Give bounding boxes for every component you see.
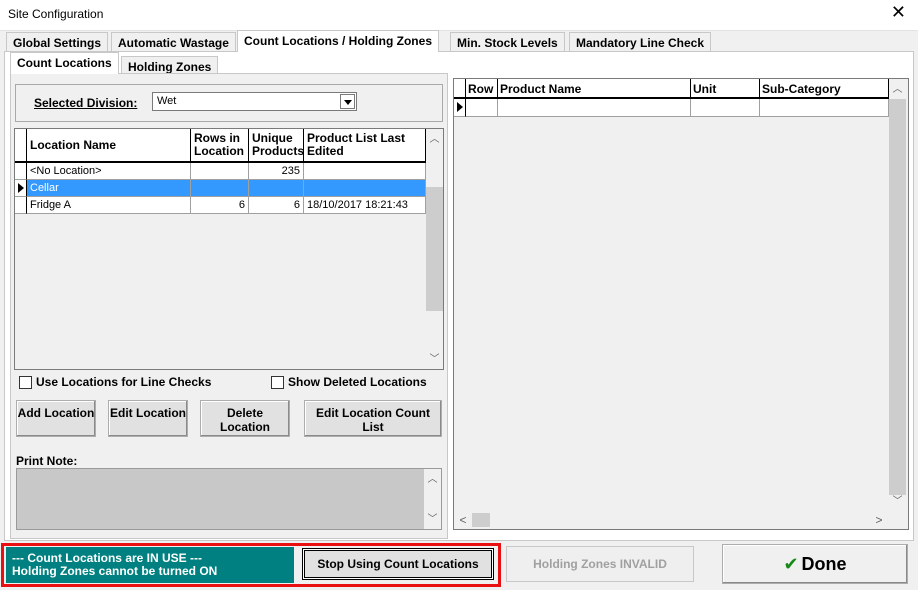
table-row-cell-name[interactable]: Fridge A <box>27 197 191 214</box>
table-row-cell-product-name[interactable] <box>498 99 691 117</box>
table-row-cell-edited[interactable] <box>304 163 426 180</box>
print-note-field[interactable]: ︿ ﹀ <box>16 468 442 530</box>
checkmark-icon: ✔ <box>783 554 799 575</box>
col-header-unit[interactable]: Unit <box>691 79 760 99</box>
print-note-vscrollbar[interactable]: ︿ ﹀ <box>424 469 441 529</box>
table-row-cell-unique[interactable] <box>249 180 304 197</box>
products-vscrollbar[interactable]: ︿ ﹀ <box>889 79 906 511</box>
locations-grid[interactable]: Location Name Rows in Location Unique Pr… <box>14 128 444 370</box>
row-indicator-icon[interactable] <box>15 180 27 197</box>
row-indicator[interactable] <box>15 197 27 214</box>
tab-count-locations-holding-zones[interactable]: Count Locations / Holding Zones <box>237 30 439 52</box>
grid-corner <box>454 79 466 99</box>
products-grid[interactable]: Row Product Name Unit Sub-Category ︿ ﹀ <… <box>453 78 909 530</box>
col-header-unique-products[interactable]: Unique Products <box>249 129 304 163</box>
scroll-down-icon[interactable]: ﹀ <box>424 511 441 528</box>
edit-location-button[interactable]: Edit Location <box>108 400 188 437</box>
table-row-cell-unique[interactable]: 235 <box>249 163 304 180</box>
table-row-cell-edited[interactable]: 18/10/2017 18:21:43 <box>304 197 426 214</box>
table-row-cell-sub-category[interactable] <box>760 99 889 117</box>
col-header-product-name[interactable]: Product Name <box>498 79 691 99</box>
scroll-left-icon[interactable]: < <box>456 511 470 529</box>
scroll-down-icon[interactable]: ﹀ <box>426 351 443 368</box>
line-checks-checkbox[interactable] <box>19 376 32 389</box>
status-line-2: Holding Zones cannot be turned ON <box>12 564 218 578</box>
row-indicator[interactable] <box>15 163 27 180</box>
table-row-cell-row[interactable] <box>466 99 498 117</box>
table-row-cell-unit[interactable] <box>691 99 760 117</box>
scroll-thumb[interactable] <box>426 187 443 311</box>
division-label: Selected Division: <box>34 96 138 110</box>
done-label: Done <box>801 554 847 574</box>
col-header-sub-category[interactable]: Sub-Category <box>760 79 889 99</box>
scroll-up-icon[interactable]: ︿ <box>889 81 906 98</box>
tab-global-settings[interactable]: Global Settings <box>6 32 109 52</box>
done-button[interactable]: ✔ Done <box>722 544 908 584</box>
col-header-location-name[interactable]: Location Name <box>27 129 191 163</box>
dropdown-arrow-icon[interactable] <box>340 94 355 109</box>
holding-zones-invalid-button: Holding Zones INVALID <box>506 546 694 582</box>
locations-vscrollbar[interactable]: ︿ ﹀ <box>426 129 443 369</box>
line-checks-label: Use Locations for Line Checks <box>36 375 212 389</box>
division-value: Wet <box>157 95 177 107</box>
scroll-thumb[interactable] <box>472 513 490 527</box>
table-row-cell-name[interactable]: <No Location> <box>27 163 191 180</box>
tab-min-stock-levels[interactable]: Min. Stock Levels <box>450 32 565 52</box>
status-message: --- Count Locations are IN USE --- Holdi… <box>6 547 294 583</box>
title-bar: Site Configuration ✕ <box>0 0 918 30</box>
scroll-right-icon[interactable]: > <box>872 511 886 529</box>
table-row-cell-rows[interactable]: 6 <box>191 197 249 214</box>
products-hscrollbar[interactable]: < > <box>454 511 908 529</box>
tab-automatic-wastage[interactable]: Automatic Wastage <box>111 32 236 52</box>
table-row-cell-name[interactable]: Cellar <box>27 180 191 197</box>
scroll-thumb[interactable] <box>889 99 906 495</box>
show-deleted-label: Show Deleted Locations <box>288 375 427 389</box>
window-title: Site Configuration <box>8 7 104 21</box>
scroll-up-icon[interactable]: ︿ <box>426 131 443 148</box>
delete-location-button[interactable]: Delete Location <box>200 400 290 437</box>
col-header-rows-in-location[interactable]: Rows in Location <box>191 129 249 163</box>
add-location-button[interactable]: Add Location <box>16 400 96 437</box>
tab-mandatory-line-check[interactable]: Mandatory Line Check <box>569 32 712 52</box>
scroll-up-icon[interactable]: ︿ <box>424 471 441 488</box>
stop-using-count-locations-button[interactable]: Stop Using Count Locations <box>302 548 494 580</box>
table-row-cell-rows[interactable] <box>191 163 249 180</box>
print-note-label: Print Note: <box>16 454 78 468</box>
edit-location-count-list-button[interactable]: Edit Location Count List <box>304 400 442 437</box>
table-row-cell-edited[interactable] <box>304 180 426 197</box>
col-header-product-list-last-edited[interactable]: Product List Last Edited <box>304 129 426 163</box>
grid-corner <box>15 129 27 163</box>
table-row-cell-rows[interactable] <box>191 180 249 197</box>
close-icon[interactable]: ✕ <box>891 4 906 22</box>
col-header-row[interactable]: Row <box>466 79 498 99</box>
subtab-count-locations[interactable]: Count Locations <box>10 52 119 74</box>
table-row-cell-unique[interactable]: 6 <box>249 197 304 214</box>
division-select[interactable]: Wet <box>152 92 357 111</box>
row-indicator-icon[interactable] <box>454 99 466 117</box>
show-deleted-checkbox[interactable] <box>271 376 284 389</box>
scroll-down-icon[interactable]: ﹀ <box>889 493 906 510</box>
